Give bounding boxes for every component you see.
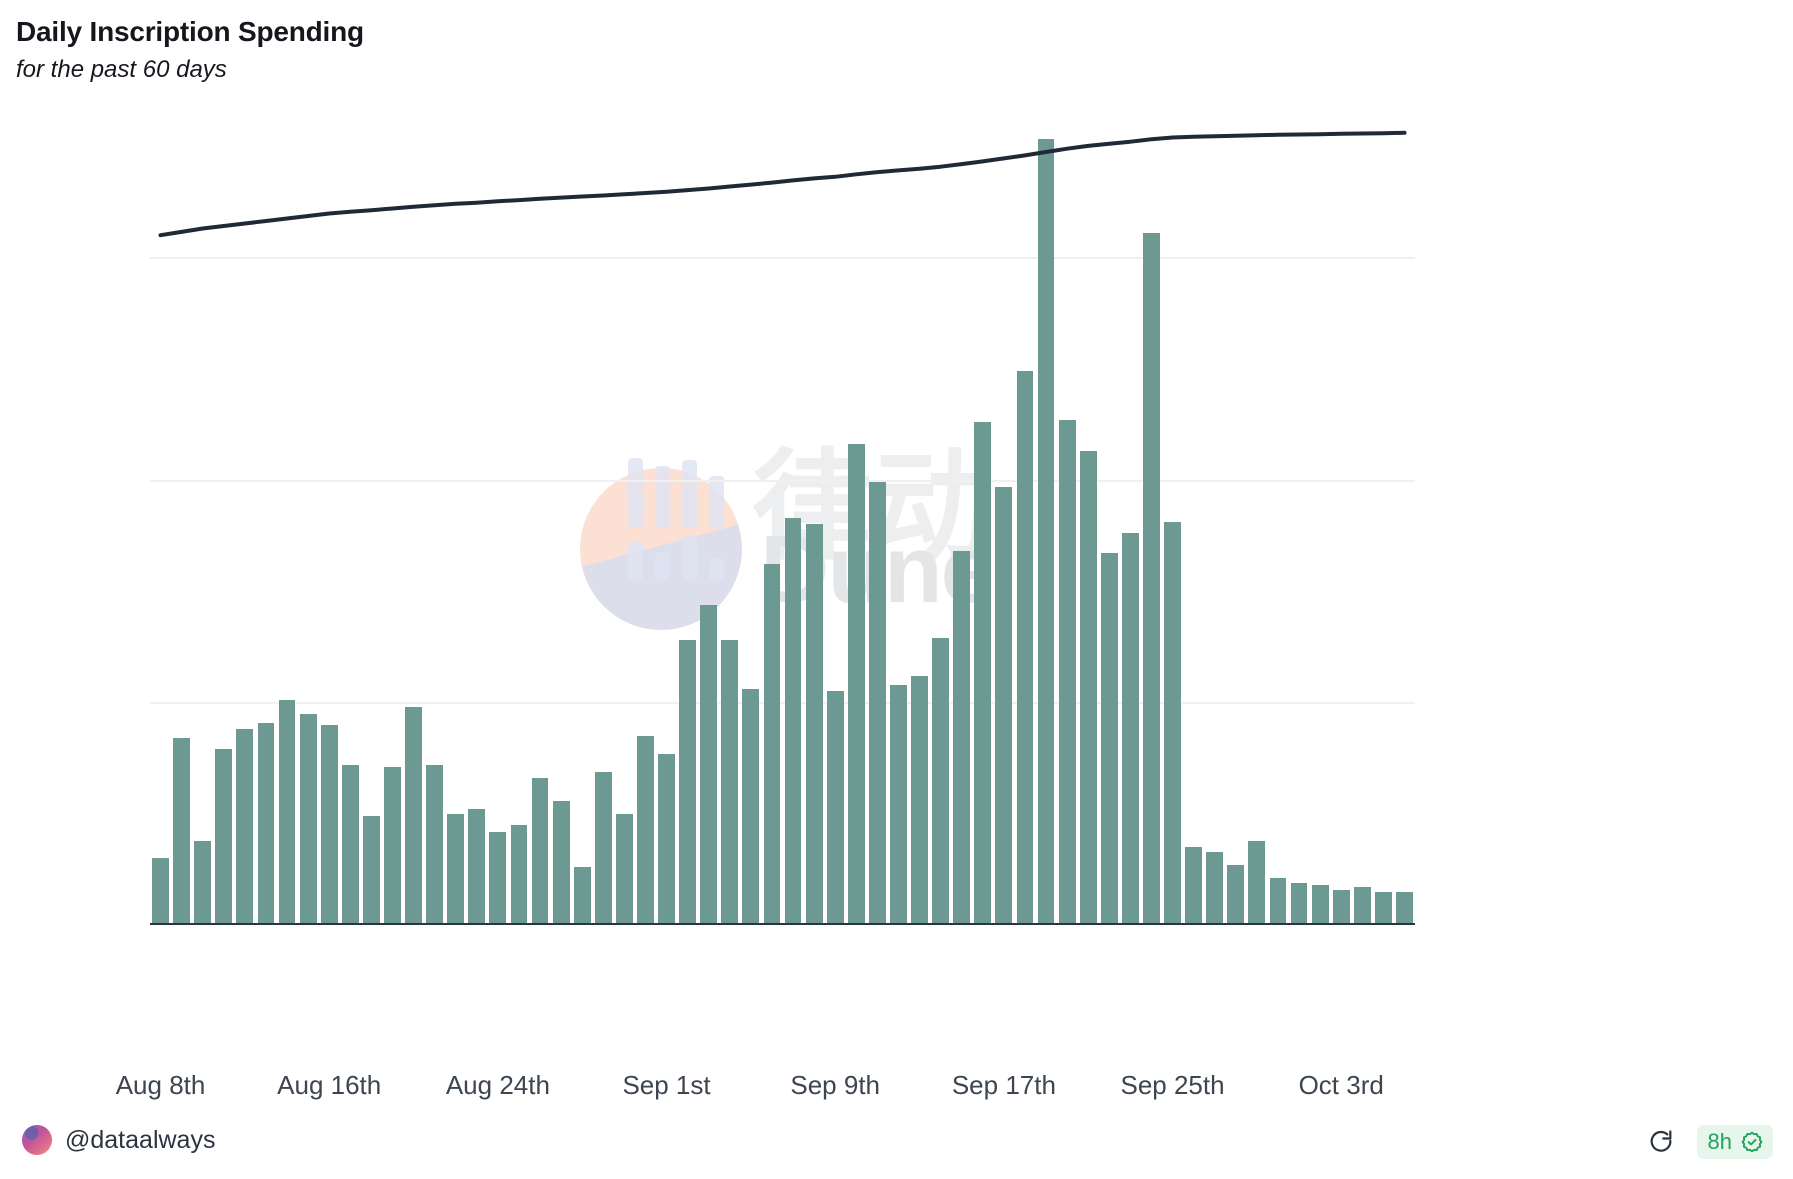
bar[interactable] [1079, 450, 1097, 923]
bar[interactable] [847, 444, 865, 923]
x-axis-tick: Sep 25th [1120, 1070, 1225, 1100]
bar[interactable] [1121, 533, 1139, 923]
footer-controls: 8h [1647, 1125, 1773, 1159]
bar[interactable] [236, 729, 254, 923]
bar[interactable] [637, 735, 654, 923]
bar[interactable] [257, 722, 275, 923]
author-name: @dataalways [65, 1125, 216, 1154]
bar[interactable] [1185, 847, 1203, 923]
bar[interactable] [594, 771, 612, 923]
bar[interactable] [1100, 553, 1118, 923]
bar[interactable] [531, 778, 549, 923]
bar[interactable] [405, 707, 422, 923]
bar[interactable] [700, 604, 718, 923]
bar[interactable] [341, 764, 359, 923]
bar[interactable] [1227, 865, 1245, 923]
bar[interactable] [805, 524, 823, 923]
bar[interactable] [1374, 891, 1392, 923]
bar[interactable] [1058, 419, 1076, 923]
bar[interactable] [384, 767, 401, 923]
bar[interactable] [173, 738, 191, 923]
bar[interactable] [1164, 522, 1181, 923]
bar[interactable] [510, 825, 528, 923]
bar[interactable] [1290, 882, 1308, 923]
bar[interactable] [742, 689, 760, 923]
bar[interactable] [1206, 851, 1224, 923]
page-title: Daily Inscription Spending [16, 16, 364, 47]
bar[interactable] [278, 700, 296, 923]
chart-plot-area[interactable]: 律动 Dune 0$100k$200k$300k 020m40m Aug 8th… [116, 130, 1415, 1100]
bar[interactable] [1353, 887, 1371, 923]
bar[interactable] [320, 724, 338, 923]
bar[interactable] [1143, 232, 1160, 923]
bar[interactable] [679, 640, 697, 923]
bar[interactable] [784, 517, 802, 923]
status-badge[interactable]: 8h [1696, 1125, 1773, 1159]
bar[interactable] [194, 840, 212, 923]
x-axis-tick: Oct 3rd [1298, 1070, 1384, 1100]
bar[interactable] [573, 867, 591, 923]
bar[interactable] [658, 753, 675, 923]
bar[interactable] [426, 764, 444, 923]
bar[interactable] [362, 816, 380, 923]
x-axis-tick: Sep 1st [622, 1070, 711, 1100]
bar[interactable] [1037, 139, 1055, 923]
bar[interactable] [552, 800, 570, 923]
bar[interactable] [995, 486, 1013, 923]
bar[interactable] [1396, 891, 1413, 923]
bar[interactable] [1269, 878, 1287, 923]
bar[interactable] [1248, 840, 1266, 923]
verified-check-icon [1740, 1130, 1764, 1154]
bar[interactable] [826, 691, 844, 923]
bar[interactable] [447, 813, 465, 923]
bar[interactable] [1332, 889, 1350, 923]
bar[interactable] [615, 813, 633, 923]
chart-footer: @dataalways 8h [0, 1119, 1793, 1179]
bar[interactable] [763, 564, 781, 923]
bar-series[interactable] [150, 130, 1415, 923]
bar[interactable] [1016, 370, 1034, 923]
bar[interactable] [868, 482, 886, 923]
author-link[interactable]: @dataalways [22, 1125, 215, 1155]
bar[interactable] [215, 749, 233, 923]
bar[interactable] [299, 713, 317, 923]
bar[interactable] [953, 551, 971, 923]
x-axis-tick: Aug 8th [115, 1070, 206, 1100]
x-axis-tick: Aug 16th [277, 1070, 382, 1100]
bar[interactable] [721, 640, 739, 923]
bar[interactable] [1311, 885, 1329, 923]
bar[interactable] [468, 809, 486, 923]
bar[interactable] [911, 675, 928, 923]
x-axis-line [150, 923, 1415, 925]
x-axis-tick: Aug 24th [445, 1070, 550, 1100]
x-axis-tick: Sep 17th [951, 1070, 1056, 1100]
bar[interactable] [890, 684, 907, 923]
refresh-icon[interactable] [1647, 1128, 1675, 1156]
x-axis-tick: Sep 9th [790, 1070, 881, 1100]
avatar [22, 1125, 52, 1155]
bar[interactable] [152, 858, 169, 923]
bar[interactable] [974, 421, 992, 923]
bar[interactable] [932, 637, 950, 923]
bar[interactable] [489, 831, 507, 923]
freshness-label: 8h [1707, 1129, 1732, 1154]
page-subtitle: for the past 60 days [16, 56, 227, 83]
chart-header: Daily Inscription Spending for the past … [16, 14, 364, 85]
